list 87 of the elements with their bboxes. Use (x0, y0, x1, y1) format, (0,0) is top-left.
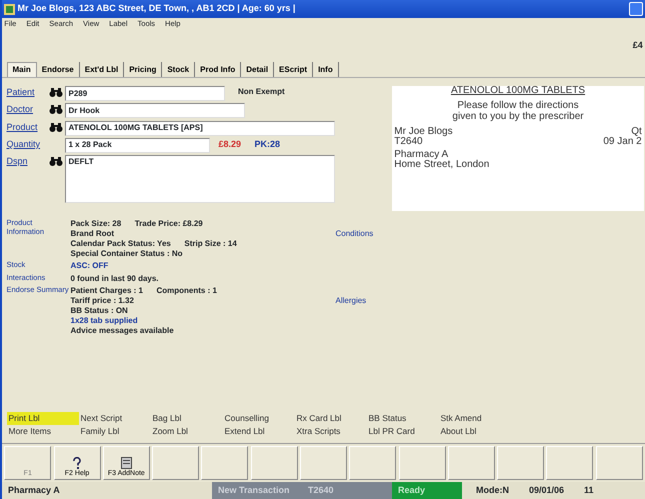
tab[interactable]: Main (6, 62, 37, 77)
dispense-field[interactable]: DEFLT (64, 155, 334, 203)
function-key[interactable] (300, 446, 347, 480)
label-instructions: Please follow the directions given to you by the prescriber (451, 101, 585, 122)
tab[interactable]: EScript (274, 62, 314, 77)
patient-field[interactable]: P289 (64, 86, 224, 101)
action-link[interactable]: Rx Card Lbl (294, 412, 366, 425)
action-link[interactable]: Family Lbl (78, 425, 150, 438)
label-title: ATENOLOL 100MG TABLETS (450, 86, 586, 96)
status-field: 09/01/06 (523, 482, 570, 499)
patient-name: Mr Joe Blogs (394, 126, 453, 137)
tab[interactable]: Detail (241, 62, 274, 77)
info-text: BB Status : ON (70, 306, 128, 316)
doctor-field[interactable]: Dr Hook (64, 103, 244, 118)
info-text: Components : 1 (156, 286, 217, 296)
window-title: Mr Joe Blogs, 123 ABC Street, DE Town, , AB1 2CD | Age: 60 yrs | (18, 2, 296, 16)
action-link[interactable]: Counselling (222, 412, 294, 425)
price-text: £8.29 (218, 138, 242, 151)
function-key[interactable] (201, 446, 248, 480)
info-text: Special Container Status : No (70, 249, 183, 259)
action-link[interactable]: Xtra Scripts (294, 425, 366, 438)
supply-link[interactable]: ASC: OFF (70, 261, 108, 272)
tab[interactable]: Stock (162, 62, 196, 77)
note-icon (120, 456, 132, 468)
tab[interactable]: Endorse (36, 62, 80, 77)
tab[interactable]: Prod Info (195, 62, 242, 77)
pack-size-text: PK:28 (254, 138, 280, 151)
action-link[interactable]: Zoom Lbl (150, 425, 222, 438)
quantity-field[interactable]: 1 x 28 Pack (64, 138, 210, 153)
action-link[interactable]: Next Script (78, 412, 150, 425)
field-label: Dspn (6, 155, 29, 168)
section-link[interactable]: Allergies (336, 294, 366, 336)
reference-text: T2640 (394, 137, 424, 148)
status-field: Ready (392, 482, 462, 499)
status-field: Mode:N (470, 482, 515, 499)
action-link[interactable]: Bag Lbl (150, 412, 222, 425)
action-link[interactable]: Extend Lbl (222, 425, 294, 438)
pharmacy-name: Pharmacy A (394, 150, 448, 160)
field-label: Product (6, 120, 39, 134)
function-key[interactable] (497, 446, 544, 480)
status-field: 11 (578, 482, 600, 499)
action-link[interactable]: Stk Amend (438, 412, 510, 425)
info-text: Strip Size : 14 (184, 239, 237, 249)
binoculars-icon[interactable] (48, 88, 62, 98)
function-key[interactable] (250, 446, 298, 480)
action-link[interactable]: More Items (6, 425, 78, 438)
binoculars-icon[interactable] (48, 105, 62, 114)
function-key[interactable] (596, 446, 643, 480)
info-text: Pack Size: 28 (70, 219, 122, 229)
status-field: New Transaction (212, 482, 302, 499)
status-field: Pharmacy A (2, 482, 212, 499)
section-link[interactable]: Conditions (336, 228, 374, 259)
pharmacy-address: Home Street, London (394, 160, 490, 171)
action-link[interactable]: About Lbl (438, 425, 510, 438)
help-icon (71, 456, 84, 468)
tab[interactable]: Pricing (124, 62, 162, 77)
field-label: Quantity (6, 138, 42, 151)
function-key[interactable] (398, 446, 446, 480)
exempt-status: Non Exempt (238, 86, 285, 98)
info-text: Trade Price: £8.29 (134, 219, 203, 229)
tab[interactable]: Ext'd Lbl (80, 62, 124, 77)
function-key[interactable] (546, 446, 594, 480)
info-text: Patient Charges : 1 (70, 286, 143, 296)
binoculars-icon[interactable] (48, 157, 62, 166)
tab[interactable]: Info (313, 62, 339, 77)
field-label: Doctor (6, 103, 34, 116)
info-text: Brand Root (70, 229, 114, 239)
supply-link[interactable]: 1x28 tab supplied (70, 316, 138, 326)
date-text: 09 Jan 2 (603, 137, 642, 148)
info-text: 0 found in last 90 days. (70, 274, 159, 284)
app-icon (4, 4, 16, 14)
binoculars-icon[interactable] (48, 122, 62, 132)
function-key[interactable] (448, 446, 495, 480)
action-link[interactable]: BB Status (366, 412, 438, 425)
info-text: Tariff price : 1.32 (70, 296, 134, 306)
balance-text: £4 (632, 39, 643, 52)
quantity-label: Qt (630, 126, 642, 137)
field-label: Patient (6, 86, 36, 99)
action-link[interactable]: Lbl PR Card (366, 425, 438, 438)
function-key[interactable] (349, 446, 396, 480)
info-text: Calendar Pack Status: Yes (70, 239, 171, 249)
info-text: Advice messages available (70, 326, 174, 336)
product-field[interactable]: ATENOLOL 100MG TABLETS [APS] (64, 120, 334, 136)
action-link[interactable]: Print Lbl (6, 412, 78, 425)
minimize-button[interactable] (628, 2, 643, 16)
function-key[interactable] (152, 446, 200, 480)
status-field: T2640 (302, 482, 392, 499)
